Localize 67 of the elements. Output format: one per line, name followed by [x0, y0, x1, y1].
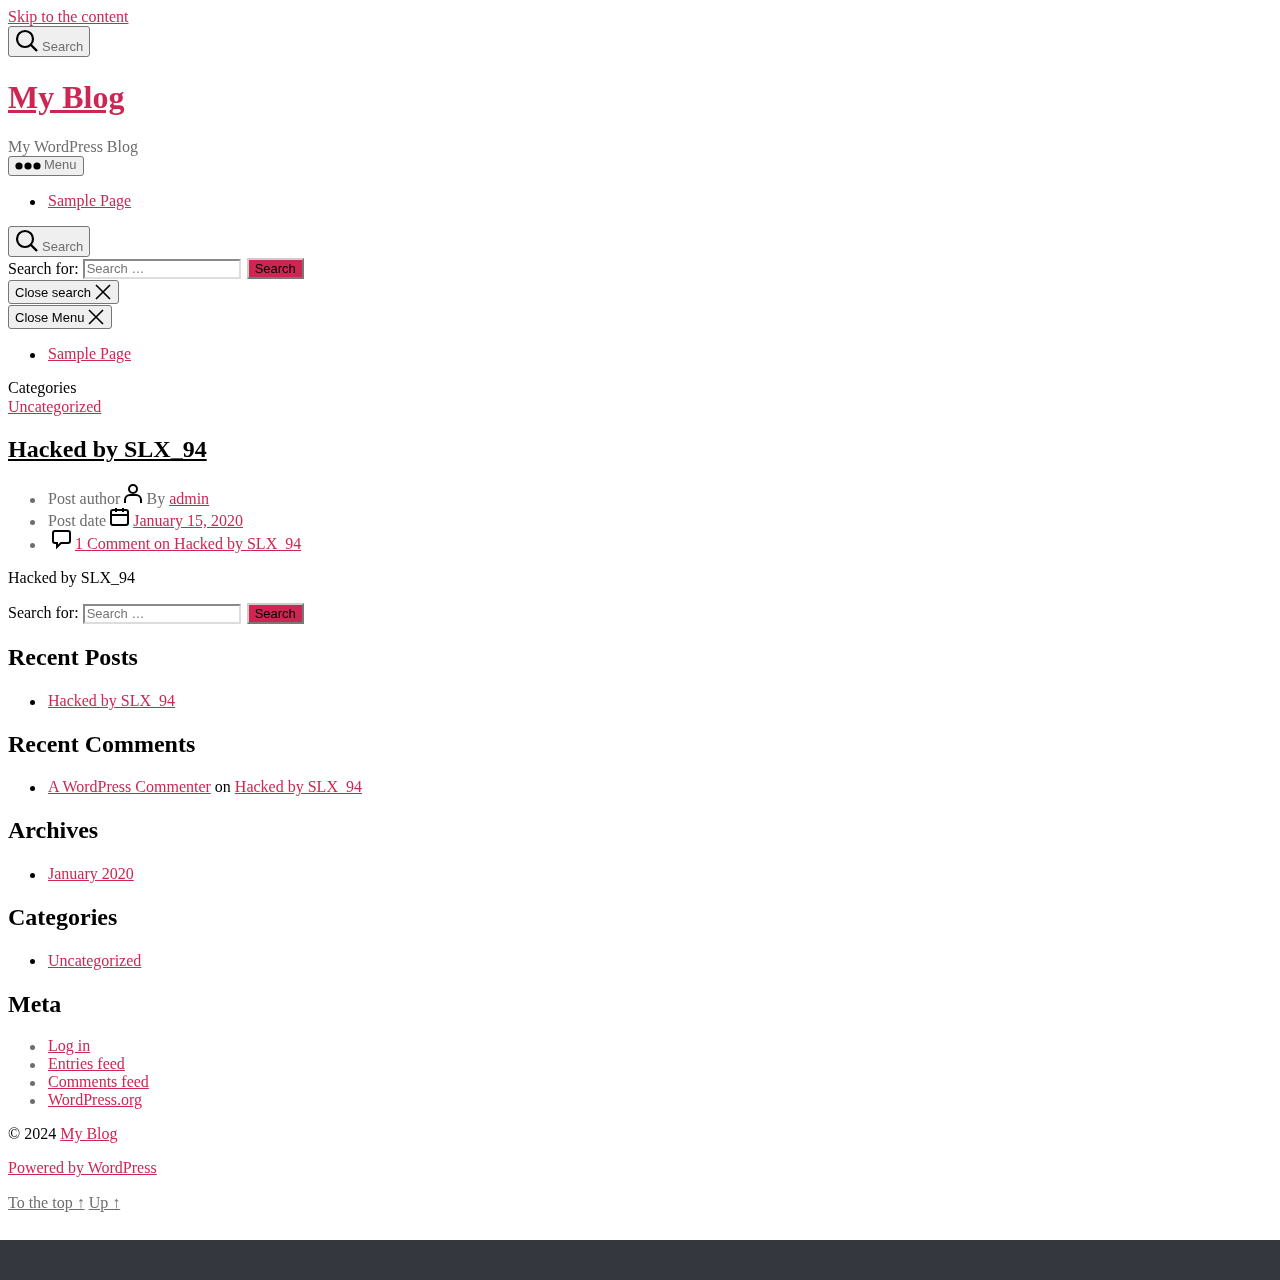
- widget-link[interactable]: Uncategorized: [48, 951, 142, 969]
- speech-bubble-icon: [52, 529, 71, 549]
- up-link[interactable]: Up ↑: [88, 1193, 121, 1211]
- widget-title: Recent Posts: [8, 644, 139, 672]
- search-field[interactable]: Search …: [82, 603, 241, 624]
- widget-link[interactable]: Hacked by SLX_94: [48, 691, 176, 709]
- search-toggle-button[interactable]: Search: [8, 26, 91, 58]
- nav-link[interactable]: Sample Page: [48, 191, 132, 209]
- bullet-icon: [30, 1098, 35, 1104]
- widget-title: Categories: [8, 903, 119, 932]
- bullet-icon: [30, 959, 35, 965]
- widget-link[interactable]: A WordPress Commenter: [48, 778, 211, 796]
- widget-link[interactable]: Log in: [48, 1037, 91, 1055]
- copyright-text: © 2024: [8, 1125, 57, 1143]
- bullet-icon: [30, 1044, 35, 1050]
- bullet-icon: [30, 519, 35, 525]
- widget-text: on: [214, 778, 231, 796]
- site-tagline: My WordPress Blog: [8, 137, 139, 156]
- categories-label: Categories: [8, 379, 78, 398]
- meta-label: Post date: [48, 511, 107, 529]
- search-label: Search for:: [8, 604, 79, 623]
- bullet-icon: [30, 699, 35, 705]
- widget-link[interactable]: Hacked by SLX_94: [234, 778, 362, 796]
- widget-title: Recent Comments: [8, 730, 197, 759]
- close-icon: [93, 283, 112, 302]
- dots-icon: [15, 161, 41, 170]
- widget-link[interactable]: WordPress.org: [48, 1091, 142, 1109]
- search-label: Search for:: [8, 259, 79, 279]
- search-icon: [15, 228, 39, 253]
- search-field[interactable]: Search …: [82, 258, 241, 279]
- bullet-icon: [30, 786, 35, 792]
- site-link[interactable]: My Blog: [60, 1125, 118, 1143]
- site-title[interactable]: My Blog: [8, 78, 125, 115]
- meta-link[interactable]: 1 Comment on Hacked by SLX_94: [75, 534, 302, 552]
- nav-link[interactable]: Sample Page: [48, 345, 132, 363]
- person-icon: [124, 483, 143, 504]
- bullet-icon: [30, 1062, 35, 1068]
- widget-link[interactable]: Entries feed: [48, 1055, 125, 1073]
- widget-title: Meta: [8, 990, 63, 1019]
- search-submit-button[interactable]: Search: [246, 258, 304, 280]
- close-search-button[interactable]: Close search: [8, 280, 119, 305]
- search-icon: [15, 29, 39, 54]
- bullet-icon: [30, 199, 35, 205]
- meta-link[interactable]: admin: [169, 489, 210, 507]
- search-toggle-button[interactable]: Search: [8, 225, 91, 257]
- calendar-icon: [110, 506, 130, 526]
- bullet-icon: [30, 353, 35, 359]
- meta-prefix: By: [146, 489, 166, 507]
- meta-link[interactable]: January 15, 2020: [133, 511, 243, 529]
- close-icon: [87, 308, 106, 327]
- widget-title: Archives: [8, 817, 100, 845]
- post-body: Hacked by SLX_94: [8, 568, 137, 588]
- search-submit-button[interactable]: Search: [246, 603, 304, 625]
- menu-button[interactable]: Menu: [8, 155, 84, 176]
- powered-by-link[interactable]: Powered by WordPress: [8, 1159, 157, 1177]
- widget-link[interactable]: January 2020: [48, 864, 134, 882]
- meta-label: Post author: [48, 489, 121, 507]
- widget-link[interactable]: Comments feed: [48, 1073, 149, 1091]
- close-menu-button[interactable]: Close Menu: [8, 305, 113, 330]
- bullet-icon: [30, 542, 35, 548]
- category-link[interactable]: Uncategorized: [8, 397, 102, 415]
- post-title[interactable]: Hacked by SLX_94: [8, 436, 207, 463]
- bullet-icon: [30, 872, 35, 878]
- bullet-icon: [30, 497, 35, 503]
- bullet-icon: [30, 1080, 35, 1086]
- to-top-link[interactable]: To the top ↑: [8, 1193, 85, 1211]
- skip-link[interactable]: Skip to the content: [8, 8, 129, 25]
